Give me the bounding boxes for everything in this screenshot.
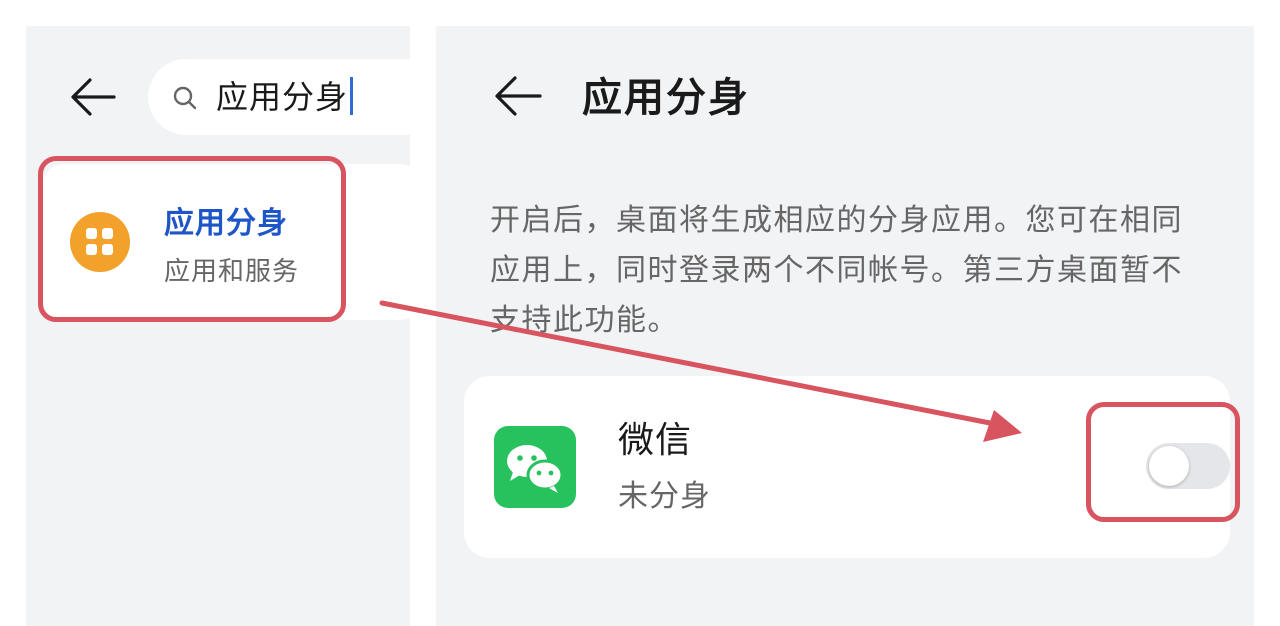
annotation-arrow	[379, 300, 1022, 442]
